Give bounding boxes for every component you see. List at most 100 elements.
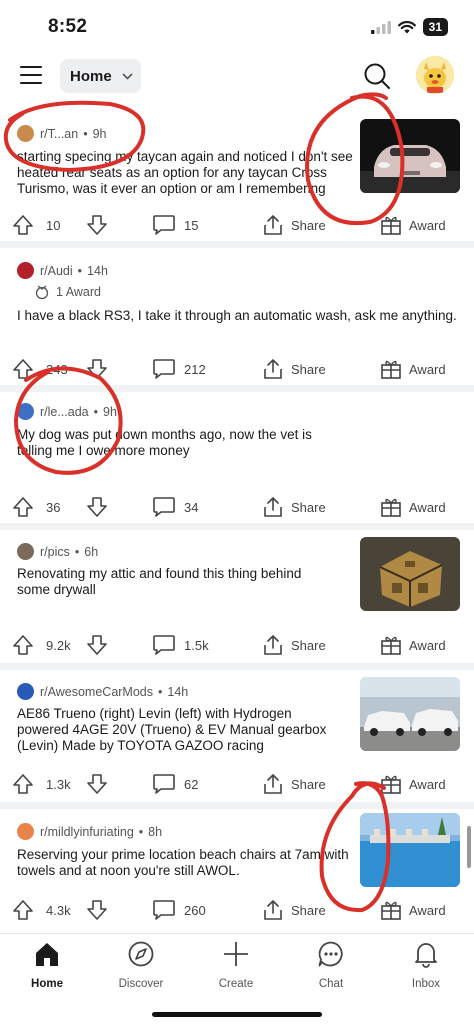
share-button[interactable]: Share [262, 493, 326, 521]
award-button[interactable]: Award [380, 355, 446, 383]
post-title[interactable]: Reserving your prime location beach chai… [17, 847, 362, 879]
downvote-button[interactable] [86, 770, 108, 798]
tab-home-label: Home [31, 978, 63, 990]
comments-button[interactable]: 1.5k [152, 631, 209, 659]
post-thumbnail[interactable] [360, 813, 460, 887]
comment-count: 15 [184, 217, 199, 233]
share-label: Share [291, 902, 326, 918]
downvote-button[interactable] [86, 493, 108, 521]
share-label: Share [291, 499, 326, 515]
subreddit-icon [17, 683, 34, 700]
subreddit-icon [17, 823, 34, 840]
scroll-indicator[interactable] [467, 826, 471, 868]
downvote-button[interactable] [86, 355, 108, 383]
award-label: Award [409, 217, 446, 233]
subreddit-name[interactable]: r/T...an [40, 127, 78, 141]
post-card[interactable]: r/pics • 6h Renovating my attic and foun… [0, 530, 474, 670]
tab-inbox[interactable]: Inbox [391, 940, 461, 990]
tab-discover[interactable]: Discover [106, 940, 176, 990]
award-label: Award [409, 902, 446, 918]
vote-count: 4.3k [46, 902, 71, 918]
chevron-down-icon [122, 72, 133, 80]
subreddit-icon [17, 403, 34, 420]
share-button[interactable]: Share [262, 211, 326, 239]
downvote-arrow-icon [87, 635, 107, 655]
compass-icon [128, 941, 154, 967]
post-actions: 4.3k 260 Share Award [0, 896, 474, 924]
share-button[interactable]: Share [262, 896, 326, 924]
upvote-button[interactable] [12, 211, 34, 239]
share-button[interactable]: Share [262, 355, 326, 383]
post-thumbnail[interactable] [360, 677, 460, 751]
bell-icon [415, 943, 437, 968]
share-icon [264, 900, 282, 920]
tab-home[interactable]: Home [12, 940, 82, 990]
post-meta: r/AwesomeCarMods • 14h [17, 683, 188, 700]
post-age: 8h [148, 824, 163, 839]
subreddit-name[interactable]: r/pics [40, 545, 70, 559]
comments-button[interactable]: 260 [152, 896, 206, 924]
downvote-button[interactable] [86, 896, 108, 924]
award-button[interactable]: Award [380, 493, 446, 521]
menu-button[interactable] [20, 66, 42, 86]
downvote-arrow-icon [87, 497, 107, 517]
upvote-button[interactable] [12, 896, 34, 924]
home-icon [36, 943, 58, 966]
upvote-arrow-icon [13, 215, 33, 235]
post-title[interactable]: starting specing my taycan again and not… [17, 149, 362, 197]
downvote-arrow-icon [87, 900, 107, 920]
home-indicator [152, 1012, 322, 1017]
share-button[interactable]: Share [262, 770, 326, 798]
award-medal-icon [35, 285, 49, 300]
post-title[interactable]: Renovating my attic and found this thing… [17, 566, 337, 598]
post-actions: 36 34 Share Award [0, 493, 474, 521]
comments-button[interactable]: 34 [152, 493, 198, 521]
post-card[interactable]: r/mildlyinfuriating • 8h Reserving your … [0, 809, 474, 933]
post-card[interactable]: r/T...an • 9h starting specing my taycan… [0, 103, 474, 248]
comments-button[interactable]: 62 [152, 770, 198, 798]
award-button[interactable]: Award [380, 631, 446, 659]
comments-button[interactable]: 212 [152, 355, 206, 383]
tab-create[interactable]: Create [201, 940, 271, 990]
subreddit-name[interactable]: r/AwesomeCarMods [40, 685, 153, 699]
post-actions: 1.3k 62 Share Award [0, 770, 474, 798]
wifi-icon [397, 20, 416, 33]
post-title[interactable]: AE86 Trueno (right) Levin (left) with Hy… [17, 706, 342, 754]
search-icon[interactable] [362, 61, 392, 91]
comment-count: 1.5k [184, 637, 209, 653]
award-button[interactable]: Award [380, 770, 446, 798]
post-card[interactable]: r/Audi • 14h 1 Award I have a black RS3,… [0, 248, 474, 392]
upvote-button[interactable] [12, 355, 34, 383]
downvote-button[interactable] [86, 631, 108, 659]
tab-discover-label: Discover [118, 978, 164, 990]
post-title[interactable]: My dog was put down months ago, now the … [17, 427, 337, 459]
post-thumbnail[interactable] [360, 119, 460, 193]
post-meta: r/pics • 6h [17, 543, 98, 560]
post-thumbnail[interactable] [360, 537, 460, 611]
tab-chat[interactable]: Chat [296, 940, 366, 990]
upvote-button[interactable] [12, 631, 34, 659]
subreddit-name[interactable]: r/Audi [40, 264, 73, 278]
share-button[interactable]: Share [262, 631, 326, 659]
award-label: Award [409, 637, 446, 653]
award-button[interactable]: Award [380, 896, 446, 924]
upvote-button[interactable] [12, 770, 34, 798]
gift-icon [381, 775, 401, 794]
feed-selector[interactable]: Home [60, 59, 141, 93]
post-meta: r/le...ada • 9h [17, 403, 117, 420]
award-button[interactable]: Award [380, 211, 446, 239]
subreddit-name[interactable]: r/mildlyinfuriating [40, 825, 134, 839]
share-label: Share [291, 217, 326, 233]
subreddit-name[interactable]: r/le...ada [40, 405, 89, 419]
upvote-button[interactable] [12, 493, 34, 521]
share-icon [264, 215, 282, 235]
comments-button[interactable]: 15 [152, 211, 198, 239]
downvote-button[interactable] [86, 211, 108, 239]
user-avatar[interactable] [416, 56, 454, 94]
signal-icon [370, 20, 391, 34]
post-title[interactable]: I have a black RS3, I take it through an… [17, 308, 457, 324]
downvote-arrow-icon [87, 774, 107, 794]
post-age: 9h [103, 404, 117, 419]
post-card[interactable]: r/AwesomeCarMods • 14h AE86 Trueno (righ… [0, 670, 474, 809]
post-card[interactable]: r/le...ada • 9h My dog was put down mont… [0, 392, 474, 530]
